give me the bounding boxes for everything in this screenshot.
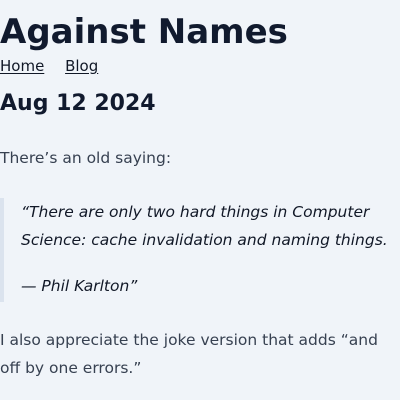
quote-attribution: — Phil Karlton” bbox=[21, 277, 138, 295]
main-nav: Home Blog bbox=[0, 56, 98, 76]
joke-paragraph: I also appreciate the joke version that … bbox=[0, 331, 378, 377]
nav-link-blog[interactable]: Blog bbox=[65, 57, 98, 75]
site-title: Against Names bbox=[0, 12, 288, 52]
nav-link-home[interactable]: Home bbox=[0, 57, 48, 75]
quote-text: “There are only two hard things in Compu… bbox=[21, 203, 388, 249]
post-date: Aug 12 2024 bbox=[0, 91, 156, 116]
blockquote: “There are only two hard things in Compu… bbox=[0, 198, 400, 302]
intro-paragraph: There’s an old saying: bbox=[0, 149, 172, 167]
